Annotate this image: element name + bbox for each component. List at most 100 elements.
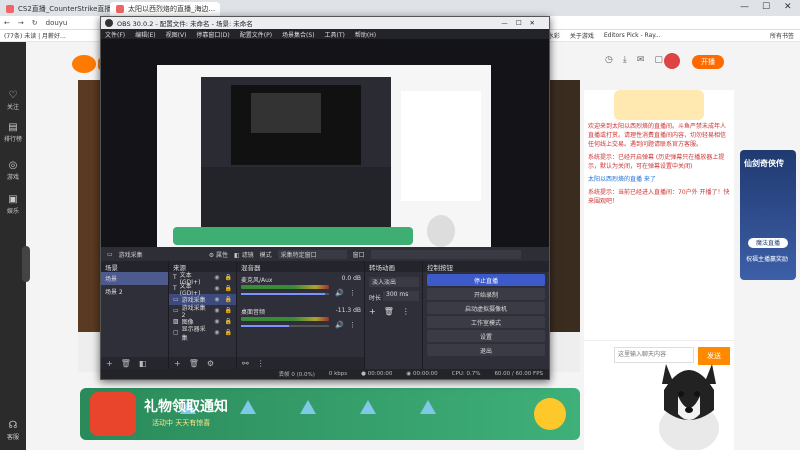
download-icon[interactable]: ⤓: [623, 55, 627, 65]
menu-view[interactable]: 视图(V): [166, 30, 187, 39]
menu-file[interactable]: 文件(F): [105, 30, 125, 39]
obs-preview-canvas[interactable]: [101, 39, 549, 247]
ad-title: 仙剑奇侠传: [744, 159, 784, 168]
volume-slider[interactable]: [241, 325, 329, 327]
more-icon[interactable]: ⋮: [349, 289, 356, 297]
url-field[interactable]: douyu: [46, 19, 68, 27]
transitions-panel: 转场动画 淡入淡出 时长 300 ms + 🗑 ⋮: [365, 261, 423, 369]
avatar[interactable]: [664, 53, 680, 69]
side-ad[interactable]: 仙剑奇侠传 魔法直播 祝福主播赢奖励: [740, 150, 796, 280]
transition-actions: + 🗑 ⋮: [369, 307, 410, 316]
transition-select[interactable]: 淡入淡出: [369, 277, 419, 287]
bookmark-item[interactable]: (77条) 未读 | 月薪好...: [4, 31, 66, 40]
message-icon[interactable]: ✉: [637, 55, 645, 65]
controls-title: 控制按钮: [427, 263, 453, 272]
trash-icon[interactable]: 🗑: [384, 307, 394, 316]
start-recording-button[interactable]: 开始录制: [427, 288, 545, 300]
bookmark-item[interactable]: 关于游戏: [570, 31, 594, 40]
eye-icon[interactable]: ◉: [214, 274, 219, 281]
browser-tab[interactable]: CS2直播_CounterStrike直播... ✕: [0, 2, 110, 16]
eye-icon[interactable]: ◉: [214, 318, 219, 325]
open-live-button[interactable]: 开播: [692, 55, 724, 69]
add-icon[interactable]: +: [174, 359, 181, 368]
mixer-channel: 桌面音频 -11.3 dB: [241, 307, 361, 316]
source-item[interactable]: ▭ 游戏采集 2 ◉ 🔒: [169, 305, 236, 319]
eye-icon[interactable]: ◉: [214, 296, 219, 303]
back-icon[interactable]: ←: [4, 19, 10, 27]
gear-icon[interactable]: ⚙: [207, 359, 214, 368]
eye-icon[interactable]: ◉: [214, 285, 219, 292]
douyu-favicon-icon: [6, 5, 14, 13]
lock-icon[interactable]: 🔒: [225, 329, 232, 336]
trash-icon[interactable]: 🗑: [189, 359, 199, 368]
sidebar-collapse-handle[interactable]: [22, 246, 30, 282]
lock-icon[interactable]: 🔒: [225, 274, 232, 281]
menu-scene-collection[interactable]: 场景集合(S): [282, 30, 315, 39]
gift-banner[interactable]: 礼物领取通知 活动中 天天有惊喜: [80, 388, 580, 440]
trash-icon[interactable]: 🗑: [121, 359, 131, 368]
more-icon[interactable]: ⋮: [257, 359, 265, 368]
virtual-camera-button[interactable]: 启动虚拟摄像机: [427, 302, 545, 314]
properties-button[interactable]: ⚙ 属性: [209, 250, 228, 259]
duration-input[interactable]: 300 ms: [383, 291, 419, 301]
filters-button[interactable]: ◧ 滤镜: [234, 250, 254, 259]
scene-item[interactable]: 场景 2: [101, 285, 168, 298]
studio-mode-button[interactable]: 工作室模式: [427, 316, 545, 328]
filter-icon[interactable]: ◧: [139, 359, 147, 368]
exit-button[interactable]: 退出: [427, 344, 545, 356]
nav-entertainment[interactable]: ▣ 娱乐: [0, 194, 26, 215]
stop-streaming-button[interactable]: 停止直播: [427, 274, 545, 286]
nav-service[interactable]: ☊ 客服: [0, 420, 26, 441]
scenes-footer: + 🗑 ◧: [101, 357, 168, 369]
link-icon[interactable]: ⚯: [242, 359, 249, 368]
more-icon[interactable]: ⋮: [402, 307, 410, 316]
settings-button[interactable]: 设置: [427, 330, 545, 342]
lock-icon[interactable]: 🔒: [225, 285, 232, 292]
menu-docks[interactable]: 停靠窗口(D): [196, 30, 229, 39]
minimize-icon[interactable]: —: [740, 2, 749, 12]
ad-button[interactable]: 魔法直播: [748, 238, 788, 248]
heart-icon: ♡: [8, 90, 18, 101]
mixer-channel: 麦克风/Aux 0.0 dB: [241, 275, 361, 284]
lock-icon[interactable]: 🔒: [225, 296, 232, 303]
source-item[interactable]: T 文本 (GDI+) ◉ 🔒: [169, 283, 236, 297]
obs-window-controls[interactable]: —☐✕: [501, 19, 543, 27]
controls-header: 控制按钮: [423, 261, 549, 272]
lock-icon[interactable]: 🔒: [225, 318, 232, 325]
maximize-icon[interactable]: ☐: [762, 2, 770, 12]
speaker-icon[interactable]: 🔊: [335, 289, 344, 297]
close-icon[interactable]: ✕: [219, 5, 220, 13]
browser-tab-active[interactable]: 太阳以西烈烙的直播_海边... ✕: [110, 2, 220, 16]
menu-tools[interactable]: 工具(T): [325, 30, 345, 39]
bookmark-item[interactable]: Editors Pick - Ray...: [604, 32, 661, 39]
duration-label: 时长: [369, 295, 382, 302]
display-capture-icon: ▢: [173, 329, 179, 336]
scene-item[interactable]: 场景: [101, 272, 168, 285]
reload-icon[interactable]: ↻: [32, 19, 38, 27]
eye-icon[interactable]: ◉: [214, 307, 219, 314]
speaker-icon[interactable]: 🔊: [335, 321, 344, 329]
volume-slider[interactable]: [241, 293, 329, 295]
eye-icon[interactable]: ◉: [214, 329, 219, 336]
window-select[interactable]: [370, 249, 521, 259]
add-icon[interactable]: +: [369, 307, 376, 316]
app-icon[interactable]: ▢: [654, 55, 663, 65]
menu-edit[interactable]: 编辑(E): [135, 30, 155, 39]
menu-help[interactable]: 帮助(H): [355, 30, 376, 39]
nav-follow[interactable]: ♡ 关注: [0, 90, 26, 111]
add-icon[interactable]: +: [106, 359, 113, 368]
all-bookmarks[interactable]: 所有书签: [770, 31, 794, 40]
history-icon[interactable]: ◷: [605, 55, 613, 65]
mode-label: 模式: [259, 251, 272, 259]
close-window-icon[interactable]: ✕: [784, 2, 792, 12]
more-icon[interactable]: ⋮: [349, 321, 356, 329]
lock-icon[interactable]: 🔒: [225, 307, 232, 314]
menu-profile[interactable]: 配置文件(P): [240, 30, 272, 39]
source-item[interactable]: ▢ 显示器采集 ◉ 🔒: [169, 326, 236, 342]
forward-icon[interactable]: →: [18, 19, 24, 27]
mode-select[interactable]: 采集特定窗口: [277, 249, 347, 259]
volume-fill: [241, 293, 325, 295]
nav-rank[interactable]: ▤ 排行榜: [0, 122, 26, 143]
nav-games[interactable]: ◎ 游戏: [0, 160, 26, 181]
transitions-title: 转场动画: [369, 263, 395, 272]
